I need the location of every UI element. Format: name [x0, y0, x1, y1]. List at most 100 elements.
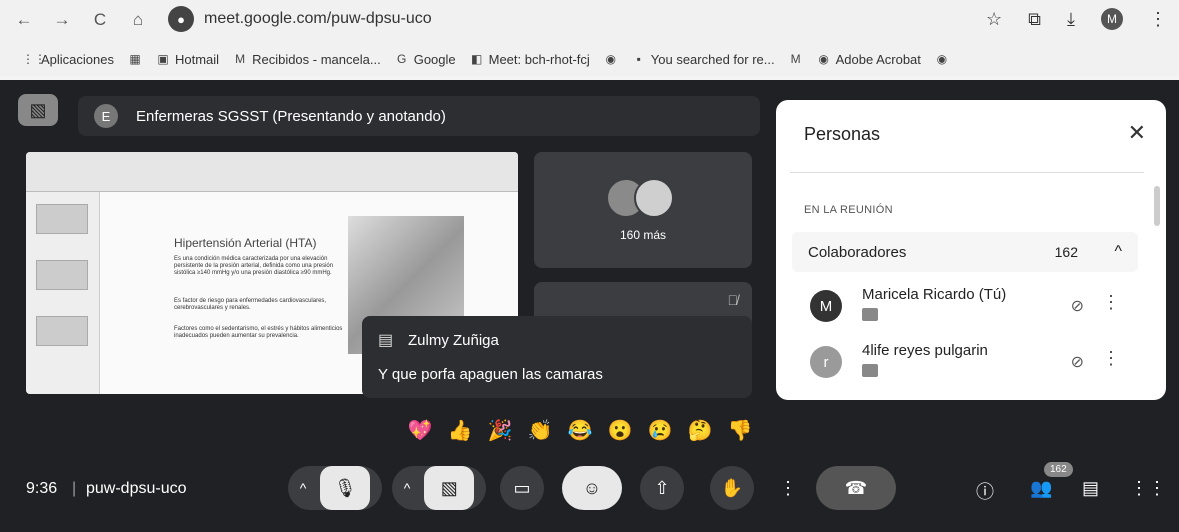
- slide-paragraph: Es factor de riesgo para enfermedades ca…: [174, 298, 327, 311]
- panel-title: Personas: [804, 124, 881, 144]
- avatar: M: [810, 290, 842, 322]
- extensions-icon[interactable]: ⧉: [1028, 9, 1041, 30]
- reaction-party[interactable]: 🎉: [484, 414, 516, 446]
- slide-thumb: [36, 316, 88, 346]
- url-text[interactable]: meet.google.com/puw-dpsu-uco: [204, 10, 432, 28]
- menu-icon[interactable]: ⋮: [1149, 9, 1167, 30]
- group-label: Colaboradores: [808, 243, 907, 261]
- chat-icon[interactable]: ▤: [1082, 478, 1099, 499]
- people-icon[interactable]: 👥: [1030, 478, 1052, 499]
- bookmark-gmail[interactable]: M: [789, 52, 803, 66]
- meeting-code: puw-dpsu-uco: [86, 480, 187, 497]
- participant-name: 4life reyes pulgarin: [862, 342, 988, 359]
- controls-bar: 9:36 | puw-dpsu-uco ^ 🎙 ^ ▧ ▭ ☺ ⇧ ✋ ⋮ ☎ …: [0, 452, 1179, 532]
- avatar: [634, 178, 674, 218]
- more-options-icon[interactable]: ⋮: [1102, 292, 1120, 313]
- participants-tile[interactable]: 160 más: [534, 152, 752, 268]
- star-icon[interactable]: ☆: [986, 9, 1002, 30]
- presentation-title: Enfermeras SGSST (Presentando y anotando…: [136, 107, 446, 125]
- reaction-heart[interactable]: 💖: [404, 414, 436, 446]
- chevron-up-icon[interactable]: ^: [300, 480, 307, 496]
- browser-nav: ← → C ⌂: [14, 6, 148, 34]
- bookmark-adobe[interactable]: ◉ Adobe Acrobat: [817, 52, 921, 67]
- close-icon[interactable]: ✕: [1128, 120, 1146, 146]
- reaction-sad[interactable]: 😢: [644, 414, 676, 446]
- leave-call-button[interactable]: ☎: [816, 466, 896, 510]
- meet-stage: ▧ E Enfermeras SGSST (Presentando y anot…: [0, 80, 1179, 532]
- activities-icon[interactable]: ⋮⋮: [1130, 478, 1166, 499]
- camera-off-button[interactable]: ▧: [424, 466, 475, 510]
- gmail-icon: M: [790, 52, 801, 66]
- download-icon[interactable]: ⤓: [1067, 9, 1075, 30]
- chevron-up-icon[interactable]: ^: [404, 480, 411, 496]
- chat-notification[interactable]: ▤ Zulmy Zuñiga Y que porfa apaguen las c…: [362, 316, 752, 398]
- presentation-banner: E Enfermeras SGSST (Presentando y anotan…: [78, 96, 760, 136]
- participant-count-badge: 162: [1044, 462, 1073, 477]
- mic-off-icon: 🎙̸: [727, 292, 739, 308]
- bookmark-qr[interactable]: ▦: [128, 52, 142, 66]
- divider: |: [72, 480, 77, 497]
- home-icon[interactable]: ⌂: [128, 10, 148, 30]
- reactions-button[interactable]: ☺: [562, 466, 622, 510]
- more-options-icon[interactable]: ⋮: [1102, 348, 1120, 369]
- collaborators-group[interactable]: Colaboradores 162 ^: [792, 232, 1138, 272]
- profile-avatar[interactable]: M: [1101, 8, 1123, 30]
- reactions-bar: 💖 👍 🎉 👏 😂 😮 😢 🤔 👎: [404, 414, 756, 446]
- apps-grid-icon: ⋮⋮: [22, 52, 46, 66]
- bookmark-google[interactable]: G Google: [395, 52, 456, 67]
- bookmark-recibidos[interactable]: M Recibidos - mancela...: [233, 52, 381, 67]
- captions-button[interactable]: ▭: [500, 466, 544, 510]
- bookmark-apps[interactable]: ⋮⋮ Aplicaciones: [22, 52, 114, 67]
- address-bar[interactable]: ● meet.google.com/puw-dpsu-uco: [168, 4, 988, 34]
- browser-chrome: ← → C ⌂ ● meet.google.com/puw-dpsu-uco ☆…: [0, 0, 1179, 76]
- mic-off-icon[interactable]: ⊘: [1071, 296, 1084, 316]
- reaction-thumbs-down[interactable]: 👎: [724, 414, 756, 446]
- slide-paragraph: Es una condición médica caracterizada po…: [174, 256, 334, 276]
- reaction-thumbs-up[interactable]: 👍: [444, 414, 476, 446]
- participant-name: Maricela Ricardo (Tú): [862, 286, 1007, 303]
- reaction-surprised[interactable]: 😮: [604, 414, 636, 446]
- bookmark-search[interactable]: ▪ You searched for re...: [632, 52, 775, 67]
- camera-off-icon[interactable]: ▧: [18, 94, 58, 126]
- chevron-up-icon[interactable]: ^: [1114, 243, 1122, 261]
- bookmarks-bar: ⋮⋮ Aplicaciones ▦ ▣ Hotmail M Recibidos - m…: [22, 46, 949, 72]
- camera-off-icon: [862, 364, 878, 377]
- camera-control: ^ ▧: [392, 466, 486, 510]
- reaction-thinking[interactable]: 🤔: [684, 414, 716, 446]
- participant-row[interactable]: r 4life reyes pulgarin ⊘ ⋮: [806, 338, 1146, 386]
- bookmark-hotmail[interactable]: ▣ Hotmail: [156, 52, 219, 67]
- present-button[interactable]: ⇧: [640, 466, 684, 510]
- mic-off-icon[interactable]: ⊘: [1071, 352, 1084, 372]
- back-icon[interactable]: ←: [14, 10, 34, 30]
- qr-icon: ▦: [129, 52, 141, 66]
- divider: [790, 172, 1144, 173]
- site-mic-icon[interactable]: ●: [168, 6, 194, 32]
- slide-paragraph: Factores como el sedentarismo, el estrés…: [174, 326, 343, 339]
- avatar: r: [810, 346, 842, 378]
- raise-hand-button[interactable]: ✋: [710, 466, 754, 510]
- slide-thumb: [36, 204, 88, 234]
- reaction-laugh[interactable]: 😂: [564, 414, 596, 446]
- chat-sender: Zulmy Zuñiga: [408, 332, 499, 349]
- chrome-icon: ◉: [818, 52, 829, 66]
- outlook-icon: ▣: [157, 52, 169, 66]
- chat-icon: ▤: [378, 332, 394, 349]
- slide-thumb: [36, 260, 88, 290]
- bookmark-chrome-1[interactable]: ◉: [604, 52, 618, 66]
- slide-heading: Hipertensión Arterial (HTA): [174, 236, 317, 250]
- reaction-clap[interactable]: 👏: [524, 414, 556, 446]
- forward-icon[interactable]: →: [52, 10, 72, 30]
- info-icon[interactable]: ⓘ: [976, 478, 994, 504]
- reload-icon[interactable]: C: [90, 10, 110, 30]
- more-participants-label: 160 más: [619, 228, 667, 242]
- mic-control: ^ 🎙: [288, 466, 382, 510]
- more-options-button[interactable]: ⋮: [776, 466, 800, 510]
- group-count: 162: [1054, 244, 1078, 260]
- participant-row[interactable]: M Maricela Ricardo (Tú) ⊘ ⋮: [806, 282, 1146, 330]
- scrollbar[interactable]: [1154, 186, 1160, 226]
- bookmark-meet[interactable]: ◧ Meet: bch-rhot-fcj: [470, 52, 590, 67]
- section-label: EN LA REUNIÓN: [804, 204, 893, 216]
- bookmark-chrome-2[interactable]: ◉: [935, 52, 949, 66]
- browser-actions: ☆ ⧉ ⤓ M ⋮: [986, 8, 1167, 30]
- mic-off-button[interactable]: 🎙: [320, 466, 371, 510]
